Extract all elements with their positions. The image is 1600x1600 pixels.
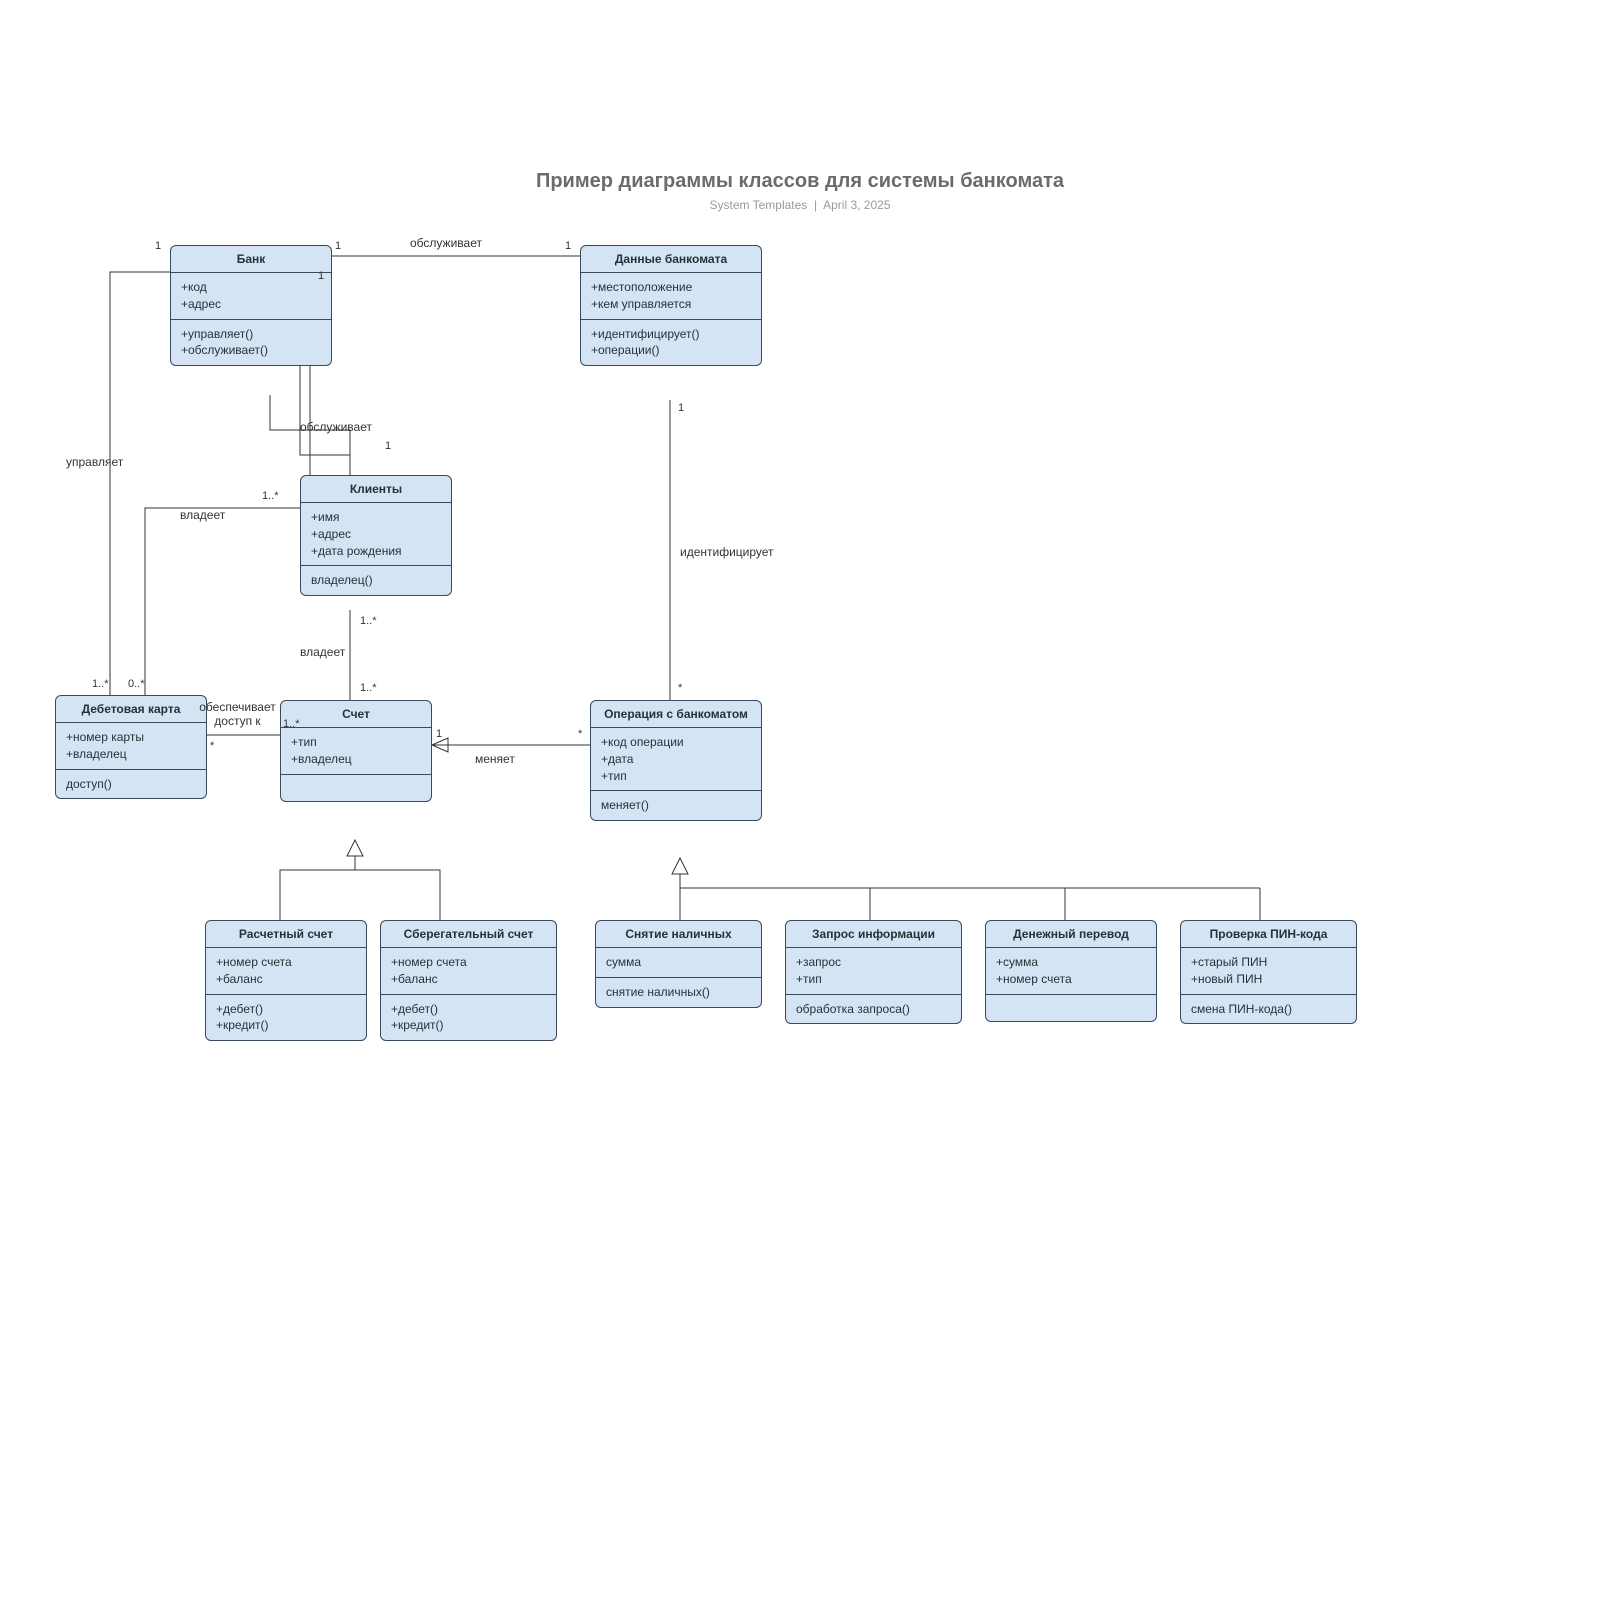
class-checking-ops: +дебет() +кредит() xyxy=(216,1001,356,1035)
class-transfer-attrs: +сумма +номер счета xyxy=(996,954,1146,988)
class-savings-name: Сберегательный счет xyxy=(381,921,556,948)
class-pin-attrs: +старый ПИН +новый ПИН xyxy=(1191,954,1346,988)
class-atmop: Операция с банкоматом +код операции +дат… xyxy=(590,700,762,821)
label-owns-1: владеет xyxy=(180,508,225,522)
mult-bank-bottom: 1 xyxy=(318,270,324,282)
label-identifies: идентифицирует xyxy=(680,545,774,559)
mult-clients-bottom: 1..* xyxy=(360,615,377,627)
label-owns-2: владеет xyxy=(300,645,345,659)
mult-atmop-top: * xyxy=(678,682,682,694)
class-withdrawal-ops: снятие наличных() xyxy=(606,984,751,1001)
class-bank-name: Банк xyxy=(171,246,331,273)
class-query: Запрос информации +запрос +тип обработка… xyxy=(785,920,962,1024)
class-savings-ops: +дебет() +кредит() xyxy=(391,1001,546,1035)
class-atmop-name: Операция с банкоматом xyxy=(591,701,761,728)
class-transfer-name: Денежный перевод xyxy=(986,921,1156,948)
class-bank: Банк +код +адрес +управляет() +обслужива… xyxy=(170,245,332,366)
label-manages: управляет xyxy=(66,455,123,469)
class-debit: Дебетовая карта +номер карты +владелец д… xyxy=(55,695,207,799)
label-serves-mid: обслуживает xyxy=(300,420,372,434)
class-clients-attrs: +имя +адрес +дата рождения xyxy=(311,509,441,559)
mult-account-right: 1 xyxy=(436,728,442,740)
mult-atmdata-left: 1 xyxy=(565,240,571,252)
subtitle-date: April 3, 2025 xyxy=(823,198,890,212)
class-pin: Проверка ПИН-кода +старый ПИН +новый ПИН… xyxy=(1180,920,1357,1024)
class-clients-ops: владелец() xyxy=(311,572,441,589)
class-checking: Расчетный счет +номер счета +баланс +деб… xyxy=(205,920,367,1041)
class-atmdata-name: Данные банкомата xyxy=(581,246,761,273)
mult-bank-right: 1 xyxy=(335,240,341,252)
class-clients-name: Клиенты xyxy=(301,476,451,503)
mult-account-left: 1..* xyxy=(283,718,300,730)
class-query-name: Запрос информации xyxy=(786,921,961,948)
mult-clients-left: 1..* xyxy=(262,490,279,502)
class-checking-attrs: +номер счета +баланс xyxy=(216,954,356,988)
connector-layer xyxy=(0,0,1600,1600)
mult-atmop-left: * xyxy=(578,728,582,740)
diagram-title: Пример диаграммы классов для системы бан… xyxy=(0,170,1600,193)
mult-debit-top1: 1..* xyxy=(92,678,109,690)
class-debit-name: Дебетовая карта xyxy=(56,696,206,723)
mult-debit-top2: 0..* xyxy=(128,678,145,690)
class-account-name: Счет xyxy=(281,701,431,728)
class-transfer: Денежный перевод +сумма +номер счета xyxy=(985,920,1157,1022)
class-pin-ops: смена ПИН-кода() xyxy=(1191,1001,1346,1018)
diagram-subtitle: System Templates | April 3, 2025 xyxy=(0,198,1600,212)
class-clients: Клиенты +имя +адрес +дата рождения владе… xyxy=(300,475,452,596)
class-atmdata-attrs: +местоположение +кем управляется xyxy=(591,279,751,313)
label-access: обеспечивает доступ к xyxy=(195,700,280,729)
mult-clients-top: 1 xyxy=(385,440,391,452)
class-debit-attrs: +номер карты +владелец xyxy=(66,729,196,763)
class-pin-name: Проверка ПИН-кода xyxy=(1181,921,1356,948)
class-account: Счет +тип +владелец xyxy=(280,700,432,802)
class-query-ops: обработка запроса() xyxy=(796,1001,951,1018)
class-withdrawal-name: Снятие наличных xyxy=(596,921,761,948)
class-checking-name: Расчетный счет xyxy=(206,921,366,948)
class-atmop-ops: меняет() xyxy=(601,797,751,814)
class-atmdata-ops: +идентифицирует() +операции() xyxy=(591,326,751,360)
class-savings: Сберегательный счет +номер счета +баланс… xyxy=(380,920,557,1041)
subtitle-author: System Templates xyxy=(709,198,807,212)
class-bank-attrs: +код +адрес xyxy=(181,279,321,313)
class-atmop-attrs: +код операции +дата +тип xyxy=(601,734,751,784)
label-serves-top: обслуживает xyxy=(410,236,482,250)
class-savings-attrs: +номер счета +баланс xyxy=(391,954,546,988)
class-withdrawal-attrs: сумма xyxy=(606,954,751,971)
class-query-attrs: +запрос +тип xyxy=(796,954,951,988)
class-bank-ops: +управляет() +обслуживает() xyxy=(181,326,321,360)
mult-account-top: 1..* xyxy=(360,682,377,694)
mult-debit-right: * xyxy=(210,740,214,752)
class-account-attrs: +тип +владелец xyxy=(291,734,421,768)
class-atmdata: Данные банкомата +местоположение +кем уп… xyxy=(580,245,762,366)
class-debit-ops: доступ() xyxy=(66,776,196,793)
mult-atmdata-bottom: 1 xyxy=(678,402,684,414)
label-changes: меняет xyxy=(475,752,515,766)
class-withdrawal: Снятие наличных сумма снятие наличных() xyxy=(595,920,762,1008)
mult-bank-left: 1 xyxy=(155,240,161,252)
